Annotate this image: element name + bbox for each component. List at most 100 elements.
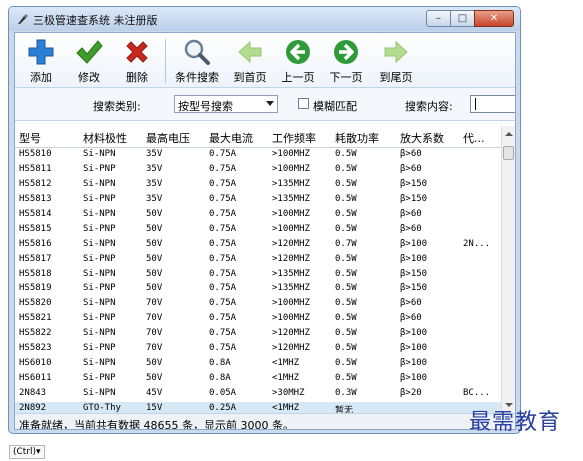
table-cell: >135MHZ bbox=[272, 268, 310, 279]
column-header[interactable]: 最高电压 bbox=[146, 130, 190, 146]
table-cell: HS5813 bbox=[19, 193, 52, 204]
table-row[interactable]: HS5822 Si-NPN 70V 0.75A >120MHZ 0.5W β>100 bbox=[15, 327, 501, 342]
table-cell: β>150 bbox=[400, 178, 428, 189]
table-cell: Si-PNP bbox=[83, 253, 116, 264]
grid-header: 型号 材料极性 最高电压 最大电流 工作频率 耗散功率 放大系数 代... bbox=[15, 126, 501, 148]
app-icon bbox=[18, 14, 28, 24]
maximize-button[interactable]: □ bbox=[450, 10, 475, 27]
table-row[interactable]: HS5812 Si-NPN 35V 0.75A >135MHZ 0.5W β>150 bbox=[15, 178, 501, 193]
first-page-button[interactable]: 到首页 bbox=[226, 36, 274, 86]
table-cell: HS5810 bbox=[19, 149, 52, 159]
double-left-arrow-icon bbox=[238, 40, 262, 64]
next-page-label: 下一页 bbox=[329, 71, 363, 84]
table-row[interactable]: HS5810 Si-NPN 35V 0.75A >100MHZ 0.5W β>60 bbox=[15, 148, 501, 163]
column-header[interactable]: 材料极性 bbox=[83, 130, 127, 146]
table-cell: Si-NPN bbox=[83, 238, 116, 249]
scroll-thumb[interactable] bbox=[503, 146, 514, 160]
delete-label: 删除 bbox=[126, 71, 148, 84]
table-cell: >100MHZ bbox=[272, 223, 310, 234]
search-label: 条件搜索 bbox=[175, 71, 219, 84]
paste-options-badge[interactable]: (Ctrl)▾ bbox=[9, 445, 45, 459]
edit-button[interactable]: 修改 bbox=[65, 36, 113, 86]
grid-body: HS5810 Si-NPN 35V 0.75A >100MHZ 0.5W β>60 HS581… bbox=[15, 148, 501, 413]
table-cell: 35V bbox=[146, 178, 163, 189]
table-cell: Si-PNP bbox=[83, 373, 116, 384]
table-row[interactable]: HS5819 Si-PNP 50V 0.75A >135MHZ 0.5W β>150 bbox=[15, 282, 501, 297]
delete-x-icon bbox=[126, 41, 148, 63]
table-row[interactable]: HS5818 Si-NPN 50V 0.75A >135MHZ 0.5W β>150 bbox=[15, 268, 501, 283]
vertical-scrollbar[interactable] bbox=[501, 126, 515, 413]
next-page-button[interactable]: 下一页 bbox=[322, 36, 370, 86]
table-cell: HS5814 bbox=[19, 208, 52, 219]
search-category-select[interactable]: 按型号搜索 bbox=[174, 95, 278, 113]
table-cell: 0.5W bbox=[335, 163, 357, 174]
close-button[interactable]: ✕ bbox=[474, 10, 514, 27]
table-cell: β>60 bbox=[400, 313, 422, 324]
fuzzy-match-checkbox[interactable] bbox=[298, 98, 309, 109]
table-cell: <1MHZ bbox=[272, 402, 300, 413]
table-cell: Si-NPN bbox=[83, 358, 116, 369]
table-cell: HS5817 bbox=[19, 253, 52, 264]
edit-label: 修改 bbox=[78, 71, 100, 84]
table-cell: 0.75A bbox=[209, 343, 237, 354]
table-cell: 0.5W bbox=[335, 298, 357, 309]
table-row[interactable]: HS5821 Si-PNP 70V 0.75A >100MHZ 0.5W β>60 bbox=[15, 312, 501, 327]
table-row[interactable]: HS5811 Si-PNP 35V 0.75A >100MHZ 0.5W β>60 bbox=[15, 163, 501, 178]
add-button[interactable]: 添加 bbox=[17, 36, 65, 86]
table-cell: 35V bbox=[146, 149, 163, 159]
table-cell: β>150 bbox=[400, 193, 428, 204]
table-cell: Si-NPN bbox=[83, 208, 116, 219]
column-header[interactable]: 放大系数 bbox=[400, 130, 444, 146]
search-category-value: 按型号搜索 bbox=[178, 100, 233, 113]
table-cell: 70V bbox=[146, 343, 163, 354]
table-cell: 0.75A bbox=[209, 223, 237, 234]
table-cell: 0.75A bbox=[209, 313, 237, 324]
table-cell: 0.5W bbox=[335, 208, 357, 219]
table-cell: 50V bbox=[146, 268, 163, 279]
table-row[interactable]: HS5813 Si-PNP 35V 0.75A >135MHZ 0.5W β>150 bbox=[15, 193, 501, 208]
table-row[interactable]: HS5815 Si-PNP 50V 0.75A >100MHZ 0.5W β>60 bbox=[15, 223, 501, 238]
table-row[interactable]: HS5816 Si-NPN 50V 0.75A >120MHZ 0.7W β>100 2N..… bbox=[15, 238, 501, 253]
status-text: 准备就绪，当前共有数据 48655 条，显示前 3000 条。 bbox=[19, 419, 294, 430]
scroll-up-arrow-icon[interactable] bbox=[505, 132, 513, 136]
table-row[interactable]: HS6011 Si-PNP 50V 0.8A <1MHZ 0.5W β>100 bbox=[15, 372, 501, 387]
last-page-button[interactable]: 到尾页 bbox=[372, 36, 420, 86]
search-content-input[interactable] bbox=[470, 95, 515, 113]
title-bar[interactable]: 三极管速查系统 未注册版 – □ ✕ bbox=[9, 7, 520, 31]
table-cell: 0.05A bbox=[209, 388, 237, 398]
table-cell: Si-PNP bbox=[83, 193, 116, 204]
table-cell: HS5816 bbox=[19, 238, 52, 249]
table-cell: BC... bbox=[463, 388, 491, 398]
column-header[interactable]: 代... bbox=[463, 130, 485, 146]
table-cell: GTO-Thy bbox=[83, 402, 121, 413]
column-header[interactable]: 耗散功率 bbox=[335, 130, 379, 146]
table-cell: β>100 bbox=[400, 328, 428, 339]
table-row[interactable]: HS5814 Si-NPN 50V 0.75A >100MHZ 0.5W β>60 bbox=[15, 208, 501, 223]
table-row[interactable]: HS5820 Si-NPN 70V 0.75A >100MHZ 0.5W β>60 bbox=[15, 297, 501, 312]
table-row[interactable]: 2N843 Si-NPN 45V 0.05A >30MHZ 0.3W β>20 BC... bbox=[15, 387, 501, 402]
table-cell: 0.5W bbox=[335, 283, 357, 294]
table-cell: 0.5W bbox=[335, 313, 357, 324]
column-header[interactable]: 最大电流 bbox=[209, 130, 253, 146]
column-header[interactable]: 工作频率 bbox=[272, 130, 316, 146]
table-row[interactable]: HS6010 Si-NPN 50V 0.8A <1MHZ 0.5W β>100 bbox=[15, 357, 501, 372]
table-cell: <1MHZ bbox=[272, 358, 300, 369]
prev-page-button[interactable]: 上一页 bbox=[274, 36, 322, 86]
table-cell: >135MHZ bbox=[272, 178, 310, 189]
search-button[interactable]: 条件搜索 bbox=[170, 36, 224, 86]
delete-button[interactable]: 删除 bbox=[113, 36, 161, 86]
table-cell: β>100 bbox=[400, 253, 428, 264]
table-row[interactable]: HS5817 Si-PNP 50V 0.75A >120MHZ 0.5W β>100 bbox=[15, 253, 501, 268]
magnifier-icon bbox=[184, 39, 210, 65]
table-cell: 0.5W bbox=[335, 178, 357, 189]
table-cell: >100MHZ bbox=[272, 313, 310, 324]
table-row[interactable]: HS5823 Si-PNP 70V 0.75A >120MHZ 0.5W β>100 bbox=[15, 342, 501, 357]
column-header[interactable]: 型号 bbox=[19, 130, 41, 146]
prev-page-label: 上一页 bbox=[281, 71, 315, 84]
minimize-button[interactable]: – bbox=[426, 10, 451, 27]
table-cell: HS5815 bbox=[19, 223, 52, 234]
table-cell: 0.25A bbox=[209, 402, 237, 413]
table-cell: HS6011 bbox=[19, 373, 52, 384]
checkmark-icon bbox=[76, 40, 103, 64]
table-row[interactable]: 2N892 GTO-Thy 15V 0.25A <1MHZ 暂无 bbox=[15, 401, 501, 413]
